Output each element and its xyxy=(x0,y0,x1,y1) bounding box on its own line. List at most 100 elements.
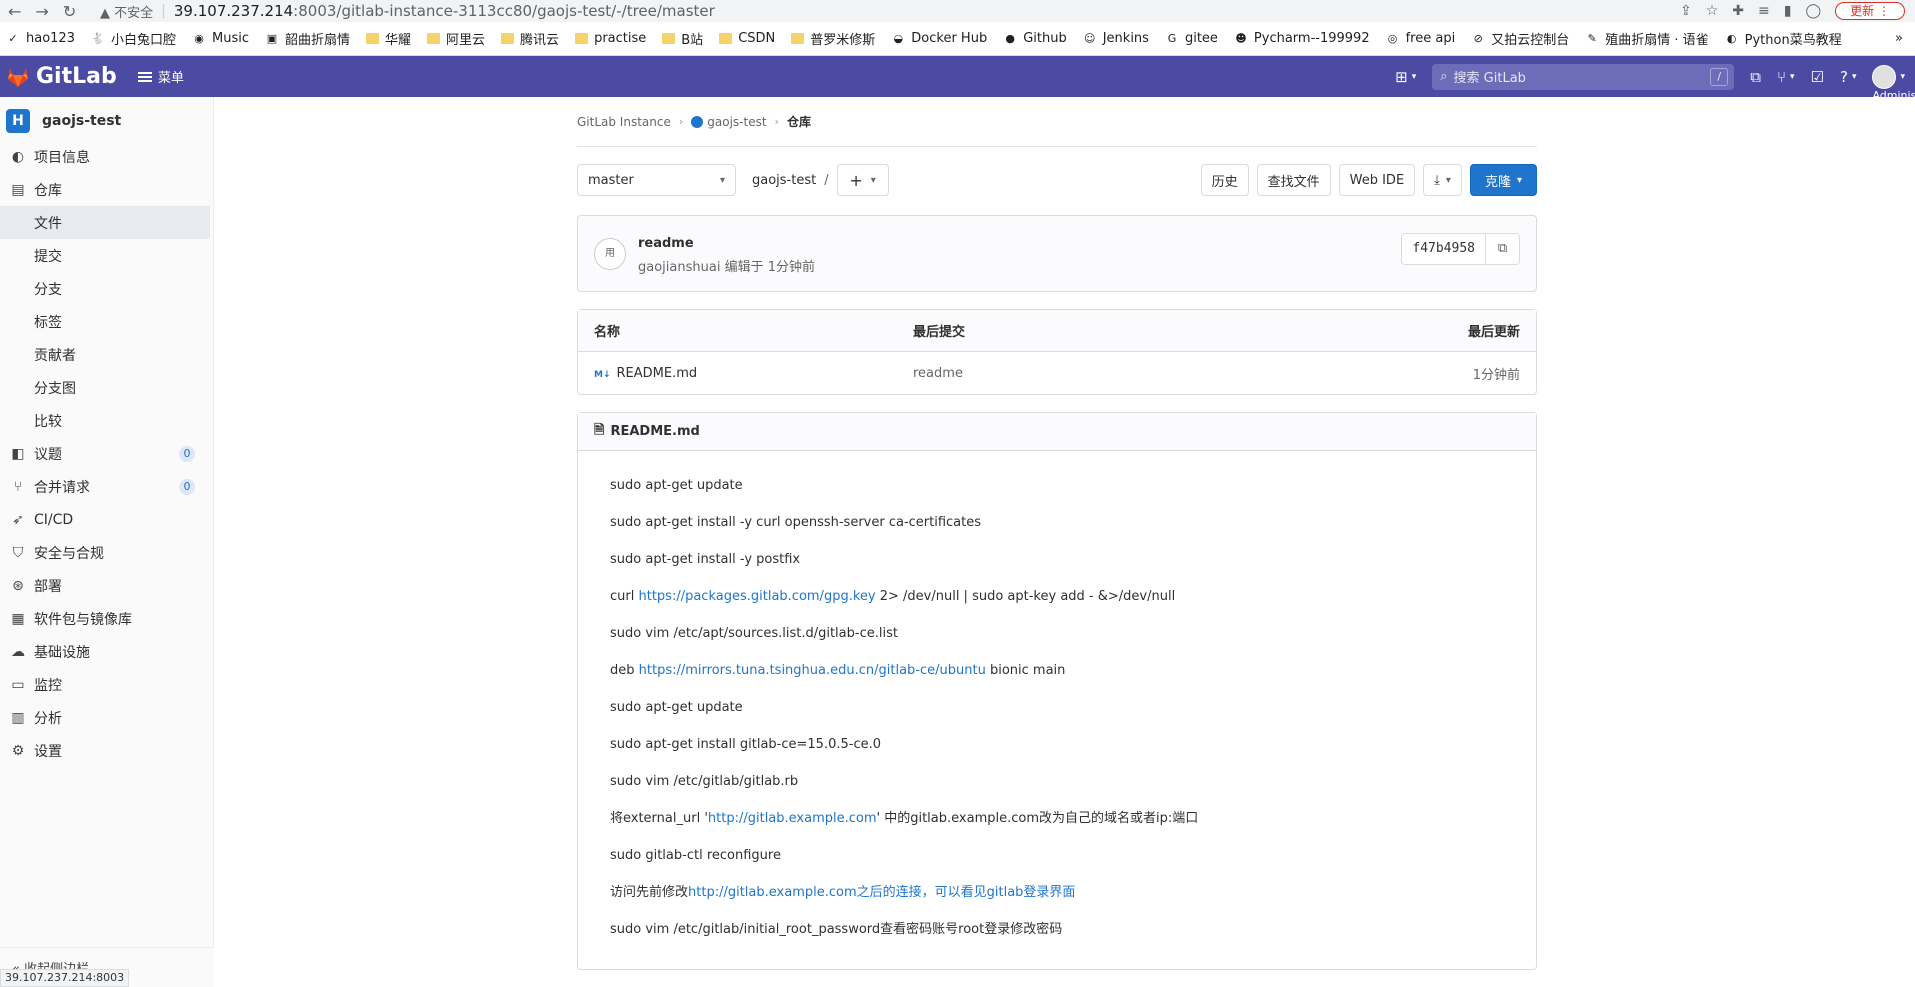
reload-icon[interactable]: ↻ xyxy=(63,2,76,21)
todo-icon[interactable]: ☑ xyxy=(1811,68,1824,86)
bookmark-item[interactable]: ✓ hao123 xyxy=(6,31,75,46)
sidebar-item[interactable]: ▭ 监控 xyxy=(0,668,213,701)
bookmark-item[interactable]: ◒ Docker Hub xyxy=(891,31,987,46)
update-button[interactable]: 更新 ⋮ xyxy=(1835,2,1905,20)
table-row[interactable]: M↓ README.md readme 1分钟前 xyxy=(578,352,1536,394)
branch-selector[interactable]: master ▾ xyxy=(577,164,736,196)
sidebar-item[interactable]: 贡献者 xyxy=(0,338,213,371)
path-root[interactable]: gaojs-test xyxy=(752,173,816,188)
sidebar-item[interactable]: ⚙ 设置 xyxy=(0,734,213,767)
sidebar-item-label: 比较 xyxy=(34,413,62,430)
bookmarks-bar: ✓ hao123 🐇 小白兔口腔 ◉ Music ▣ 韶曲折扇情 华耀 阿里云 腾讯云 practis… xyxy=(0,22,1915,56)
commit-title[interactable]: readme xyxy=(638,236,694,251)
col-last-commit: 最后提交 xyxy=(913,325,966,340)
bookmark-item[interactable]: ◎ free api xyxy=(1386,31,1455,46)
hao123-icon: ✓ xyxy=(8,32,18,45)
insecure-warning-icon[interactable]: ▲ 不安全 xyxy=(100,2,153,21)
readme-link[interactable]: http://gitlab.example.com之后的连接，可以看见gitla… xyxy=(688,885,1075,900)
reading-list-icon[interactable]: ≡ xyxy=(1758,3,1770,19)
commit-sha[interactable]: f47b4958 xyxy=(1401,233,1486,265)
bookmark-item[interactable]: 普罗米修斯 xyxy=(791,29,875,48)
file-commit[interactable]: readme xyxy=(913,366,1473,381)
readme-line: sudo vim /etc/gitlab/gitlab.rb xyxy=(610,772,1504,809)
bookmark-item[interactable]: ◉ Music xyxy=(192,31,249,46)
sidebar-item[interactable]: ▦ 软件包与镜像库 xyxy=(0,602,213,635)
sidebar-item[interactable]: 文件 xyxy=(0,206,210,239)
commit-author-avatar[interactable]: 用 xyxy=(594,238,626,270)
sidebar-item[interactable]: ▥ 分析 xyxy=(0,701,213,734)
bookmark-item[interactable]: ● Github xyxy=(1003,31,1066,46)
forward-arrow-icon[interactable]: → xyxy=(35,2,48,21)
sidebar-item[interactable]: ⑂ 合并请求 0 xyxy=(0,470,213,503)
main-menu-button[interactable]: 菜单 xyxy=(138,67,184,86)
sidebar-item[interactable]: ☁ 基础设施 xyxy=(0,635,213,668)
url-path: :8003/gitlab-instance-3113cc80/gaojs-tes… xyxy=(293,2,715,20)
issues-header-icon[interactable]: ⧉ xyxy=(1750,68,1761,86)
sidebar-item[interactable]: ⊛ 部署 xyxy=(0,569,213,602)
profile-icon[interactable]: ◯ xyxy=(1805,3,1821,19)
help-icon[interactable]: ? ▾ xyxy=(1840,68,1857,86)
sidebar-item[interactable]: ⛉ 安全与合规 xyxy=(0,536,213,569)
bookmark-label: hao123 xyxy=(26,31,75,46)
find-file-button[interactable]: 查找文件 xyxy=(1256,164,1331,196)
bookmark-label: 普罗米修斯 xyxy=(810,33,876,48)
file-name[interactable]: README.md xyxy=(617,366,698,381)
sidebar-item[interactable]: ➶ CI/CD xyxy=(0,503,213,536)
breadcrumb-project[interactable]: gaojs-test xyxy=(691,115,767,129)
readme-text: sudo gitlab-ctl reconfigure xyxy=(610,848,781,863)
sidepanel-icon[interactable]: ▮ xyxy=(1784,3,1792,19)
bookmark-label: CSDN xyxy=(738,31,776,46)
sidebar-item[interactable]: ▤ 仓库 xyxy=(0,173,213,206)
sidebar-item[interactable]: 提交 xyxy=(0,239,213,272)
bookmark-item[interactable]: ☺ Jenkins xyxy=(1083,31,1149,46)
bookmark-item[interactable]: ◐ Python菜鸟教程 xyxy=(1725,29,1842,48)
history-button[interactable]: 历史 xyxy=(1200,164,1249,196)
bookmark-item[interactable]: 🐇 小白兔口腔 xyxy=(91,29,176,48)
bookmark-item[interactable]: 华耀 xyxy=(366,29,411,48)
share-icon[interactable]: ⇪ xyxy=(1680,3,1692,19)
breadcrumb-instance[interactable]: GitLab Instance xyxy=(577,115,671,129)
extensions-icon[interactable]: ✚ xyxy=(1732,3,1744,19)
bookmarks-overflow-icon[interactable]: » xyxy=(1895,31,1903,46)
download-button[interactable]: ⤓ ▾ xyxy=(1423,164,1462,196)
readme-link[interactable]: https://packages.gitlab.com/gpg.key xyxy=(638,589,875,604)
sidebar-item[interactable]: ◐ 项目信息 xyxy=(0,140,213,173)
chevron-down-icon: ▾ xyxy=(1516,174,1522,186)
web-ide-button[interactable]: Web IDE xyxy=(1338,164,1416,196)
back-arrow-icon[interactable]: ← xyxy=(8,2,21,21)
clone-button[interactable]: 克隆 ▾ xyxy=(1469,164,1537,196)
readme-title[interactable]: README.md xyxy=(610,424,699,439)
sidebar-item[interactable]: 分支 xyxy=(0,272,213,305)
add-to-tree-button[interactable]: + ▾ xyxy=(836,164,889,196)
merge-requests-header-icon[interactable]: ⑂ ▾ xyxy=(1777,68,1795,86)
bookmark-item[interactable]: ▣ 韶曲折扇情 xyxy=(265,29,350,48)
sidebar-item[interactable]: 分支图 xyxy=(0,371,213,404)
search-input[interactable]: ⌕ 搜索 GitLab / xyxy=(1432,63,1735,90)
copy-icon[interactable]: ⧉ xyxy=(1486,233,1520,265)
bookmark-item[interactable]: CSDN xyxy=(719,31,775,46)
sidebar-item[interactable]: 比较 xyxy=(0,404,213,437)
bookmark-item[interactable]: 腾讯云 xyxy=(501,29,559,48)
star-icon[interactable]: ☆ xyxy=(1706,3,1719,19)
bookmark-item[interactable]: practise xyxy=(575,31,646,46)
url-field[interactable]: 39.107.237.214:8003/gitlab-instance-3113… xyxy=(174,2,715,20)
bookmark-item[interactable]: Ggitee xyxy=(1165,31,1218,46)
breadcrumb-current[interactable]: 仓库 xyxy=(787,113,811,130)
bookmark-item[interactable]: ✎ 殖曲折扇情 · 语雀 xyxy=(1585,29,1709,48)
gitlab-logo[interactable]: GitLab xyxy=(0,64,138,89)
bookmark-item[interactable]: ☻ Pycharm--199992 xyxy=(1234,31,1369,46)
user-menu[interactable]: ▾ Administrat xyxy=(1872,64,1915,102)
readme-text: 访问先前修改 xyxy=(610,885,689,900)
bookmark-item[interactable]: B站 xyxy=(662,29,703,48)
new-dropdown-icon[interactable]: ⊞ ▾ xyxy=(1395,68,1416,86)
readme-line: sudo apt-get install -y curl openssh-ser… xyxy=(610,513,1504,550)
bookmark-item[interactable]: ⊘ 又拍云控制台 xyxy=(1471,29,1570,48)
bookmark-item[interactable]: 阿里云 xyxy=(427,29,485,48)
readme-link[interactable]: http://gitlab.example.com xyxy=(708,811,877,826)
clone-label: 克隆 xyxy=(1484,174,1511,190)
sidebar-item[interactable]: ◧ 议题 0 xyxy=(0,437,213,470)
sidebar-project[interactable]: H gaojs-test xyxy=(0,106,213,136)
readme-link[interactable]: https://mirrors.tuna.tsinghua.edu.cn/git… xyxy=(639,663,986,678)
gitee-icon: G xyxy=(1167,32,1177,45)
sidebar-item[interactable]: 标签 xyxy=(0,305,213,338)
